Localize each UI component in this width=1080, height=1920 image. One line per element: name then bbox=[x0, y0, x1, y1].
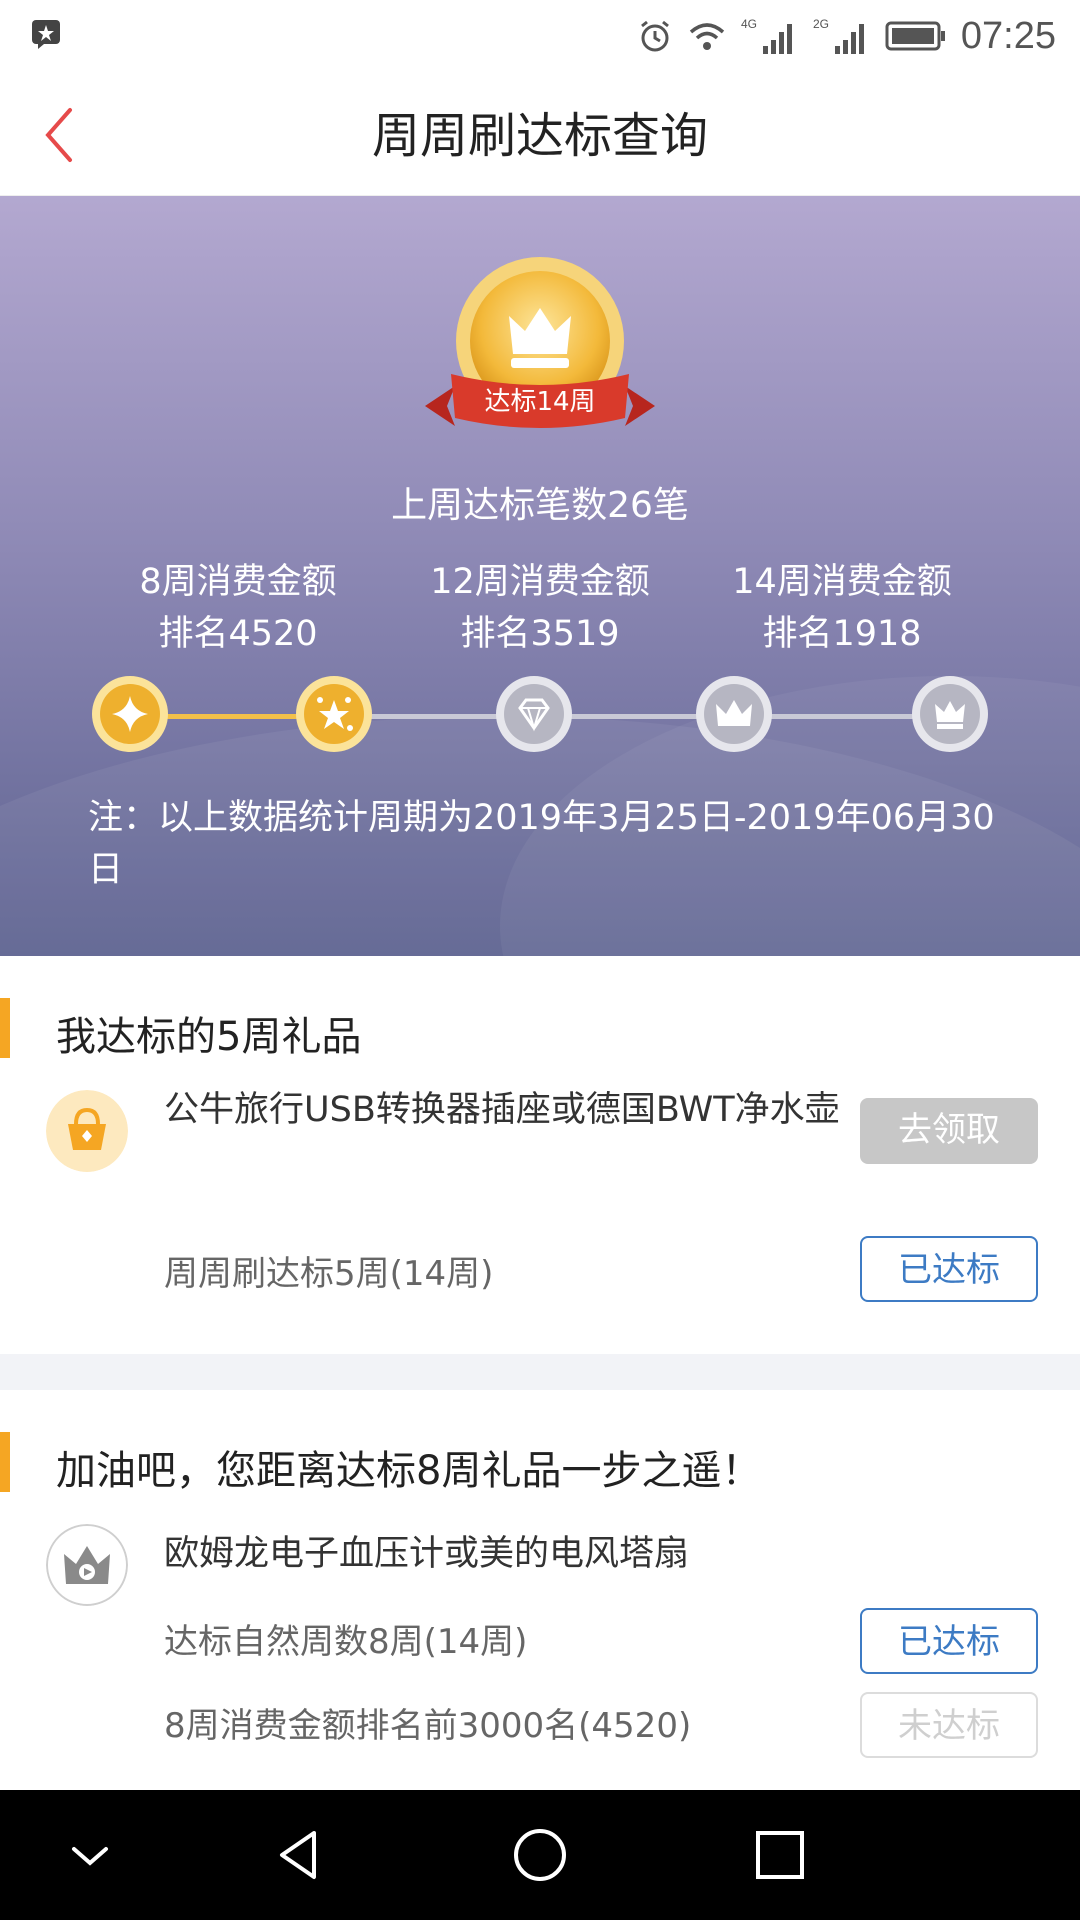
alarm-icon bbox=[640, 20, 669, 52]
requirement-text: 8周消费金额排名前3000名(4520) bbox=[164, 1706, 692, 1746]
section-title: 加油吧，您距离达标8周礼品一步之遥！ bbox=[56, 1448, 762, 1494]
app-header: 周周刷达标查询 bbox=[0, 72, 1080, 196]
section-divider bbox=[0, 1354, 1080, 1390]
status-bar: 4G 2G 07:25 bbox=[0, 0, 1080, 72]
requirement-text: 周周刷达标5周(14周) bbox=[164, 1254, 494, 1294]
recents-square-icon[interactable] bbox=[750, 1825, 810, 1885]
king-medal-icon bbox=[912, 676, 988, 752]
rank-value: 排名1918 bbox=[762, 614, 922, 654]
shopping-bag-icon bbox=[46, 1090, 128, 1172]
statistics-note: 注：以上数据统计周期为2019年3月25日-2019年06月30日 bbox=[88, 798, 995, 890]
progress-line-pending bbox=[350, 714, 950, 719]
last-week-count: 上周达标笔数26笔 bbox=[391, 485, 689, 526]
medal-label: 达标14周 bbox=[484, 387, 595, 417]
system-nav-bar bbox=[0, 1790, 1080, 1920]
section-title: 我达标的5周礼品 bbox=[56, 1014, 362, 1060]
diamond-medal-icon bbox=[496, 676, 572, 752]
back-triangle-icon[interactable] bbox=[270, 1825, 330, 1885]
rank-12-weeks: 12周消费金额 排名3519 bbox=[390, 556, 690, 660]
svg-text:4G: 4G bbox=[741, 17, 757, 31]
clock: 07:25 bbox=[960, 14, 1056, 57]
rank-label: 14周消费金额 bbox=[732, 562, 952, 602]
video-crown-icon bbox=[46, 1524, 128, 1606]
gift-name: 欧姆龙电子血压计或美的电风塔扇 bbox=[164, 1534, 690, 1574]
home-circle-icon[interactable] bbox=[510, 1825, 570, 1885]
rank-8-weeks: 8周消费金额 排名4520 bbox=[88, 556, 388, 660]
rank-label: 8周消费金额 bbox=[139, 562, 337, 602]
crown-medal-icon bbox=[696, 676, 772, 752]
section-accent-bar bbox=[0, 998, 10, 1058]
sparkle-medal-icon bbox=[92, 676, 168, 752]
signal-4g-icon: 4G bbox=[741, 17, 792, 54]
svg-text:2G: 2G bbox=[813, 17, 829, 31]
chevron-down-icon[interactable] bbox=[60, 1825, 120, 1885]
status-badge-achieved: 已达标 bbox=[860, 1608, 1038, 1674]
battery-icon bbox=[885, 21, 945, 51]
requirement-text: 达标自然周数8周(14周) bbox=[164, 1622, 528, 1662]
wifi-icon bbox=[689, 23, 725, 50]
stars-medal-icon bbox=[296, 676, 372, 752]
app-notification-icon bbox=[32, 20, 60, 49]
status-badge-not-achieved: 未达标 bbox=[860, 1692, 1038, 1758]
page-title: 周周刷达标查询 bbox=[371, 108, 708, 164]
rank-label: 12周消费金额 bbox=[430, 562, 650, 602]
progress-track bbox=[90, 674, 990, 758]
achievement-banner: 达标14周 上周达标笔数26笔 8周消费金额 排名4520 12周消费金额 排名… bbox=[0, 196, 1080, 956]
rank-value: 排名4520 bbox=[158, 614, 318, 654]
rank-14-weeks: 14周消费金额 排名1918 bbox=[692, 556, 992, 660]
claim-button[interactable]: 去领取 bbox=[860, 1098, 1038, 1164]
crown-medal-icon: 达标14周 bbox=[425, 257, 655, 428]
gift-name: 公牛旅行USB转换器插座或德国BWT净水壶 bbox=[164, 1090, 840, 1130]
next-gift-section: 加油吧，您距离达标8周礼品一步之遥！ 欧姆龙电子血压计或美的电风塔扇 达标自然周… bbox=[0, 1390, 1080, 1790]
achieved-gift-section: 我达标的5周礼品 公牛旅行USB转换器插座或德国BWT净水壶 去领取 周周刷达标… bbox=[0, 956, 1080, 1354]
status-badge-achieved: 已达标 bbox=[860, 1236, 1038, 1302]
signal-2g-icon: 2G bbox=[813, 17, 864, 54]
section-accent-bar bbox=[0, 1432, 10, 1492]
rank-value: 排名3519 bbox=[460, 614, 620, 654]
